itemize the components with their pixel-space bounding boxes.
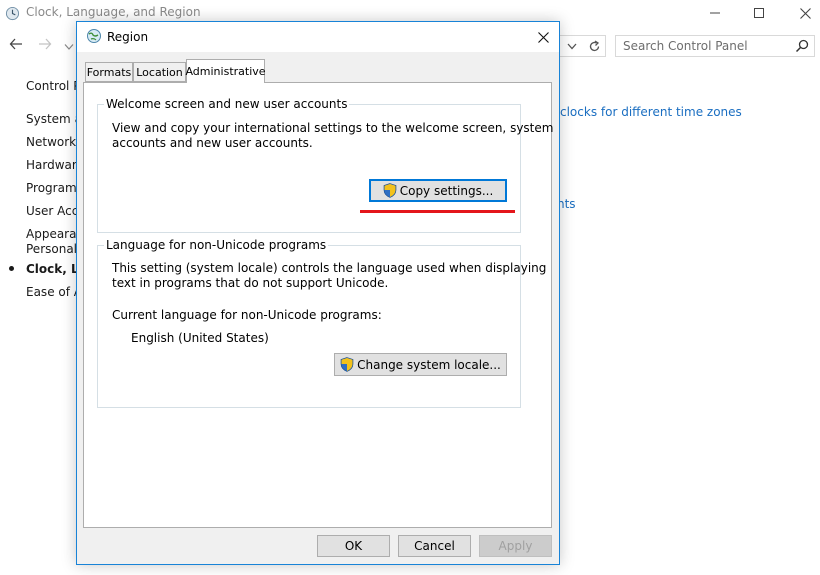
region-globe-icon — [87, 29, 101, 43]
apply-button[interactable]: Apply — [479, 535, 552, 557]
chevron-down-icon — [567, 43, 577, 49]
administrative-panel: Welcome screen and new user accounts Vie… — [83, 82, 554, 528]
search-box[interactable] — [615, 35, 815, 57]
time-zones-link[interactable]: clocks for different time zones — [560, 105, 742, 119]
maximize-button[interactable] — [737, 0, 781, 26]
welcome-group-text-2: accounts and new user accounts. — [112, 136, 313, 150]
up-arrow[interactable] — [64, 40, 74, 54]
window-close-button[interactable] — [783, 0, 820, 26]
search-icon[interactable] — [794, 38, 810, 54]
welcome-group-text-1: View and copy your international setting… — [112, 121, 554, 135]
current-language-label: Current language for non-Unicode program… — [112, 308, 382, 322]
address-dropdown-button[interactable] — [562, 36, 582, 56]
refresh-icon — [589, 39, 599, 51]
maximize-icon — [754, 8, 764, 18]
cancel-button[interactable]: Cancel — [398, 535, 471, 557]
back-arrow-icon — [9, 38, 22, 50]
forward-button[interactable] — [38, 36, 52, 55]
sidebar-item-programs[interactable]: Programs — [26, 181, 83, 195]
sidebar-item-system[interactable]: System a — [26, 112, 82, 126]
sidebar-item-control-panel-home[interactable]: Control P — [26, 79, 80, 93]
change-system-locale-label: Change system locale... — [357, 357, 501, 372]
window-title: Clock, Language, and Region — [26, 5, 201, 19]
ok-button[interactable]: OK — [317, 535, 390, 557]
copy-settings-button[interactable]: Copy settings... — [369, 179, 507, 202]
search-input[interactable] — [623, 39, 793, 53]
region-dialog: Region Formats Location Administrative W… — [76, 21, 560, 565]
back-button[interactable] — [9, 36, 23, 55]
non-unicode-group-label: Language for non-Unicode programs — [104, 238, 329, 252]
uac-shield-icon — [383, 183, 397, 198]
tab-formats[interactable]: Formats — [85, 62, 133, 82]
close-icon — [537, 31, 549, 43]
dialog-title: Region — [107, 30, 149, 44]
clock-globe-icon — [5, 6, 20, 21]
copy-settings-label: Copy settings... — [399, 183, 494, 198]
tab-administrative[interactable]: Administrative — [185, 59, 266, 83]
non-unicode-text-1: This setting (system locale) controls th… — [112, 261, 547, 275]
change-system-locale-button[interactable]: Change system locale... — [334, 353, 507, 376]
uac-shield-icon — [340, 357, 354, 372]
non-unicode-text-2: text in programs that do not support Uni… — [112, 276, 389, 290]
dialog-close-button[interactable] — [531, 26, 555, 48]
close-icon — [799, 7, 811, 19]
active-indicator — [9, 266, 14, 271]
red-annotation-underline — [360, 210, 515, 213]
chevron-down-icon — [64, 44, 74, 50]
dialog-titlebar[interactable]: Region — [77, 22, 559, 52]
current-language-value: English (United States) — [131, 331, 269, 345]
refresh-button[interactable] — [584, 36, 604, 56]
welcome-group-label: Welcome screen and new user accounts — [104, 97, 350, 111]
tab-location[interactable]: Location — [133, 62, 186, 82]
minimize-icon — [710, 12, 720, 14]
minimize-button[interactable] — [693, 0, 737, 26]
forward-arrow-icon — [39, 38, 52, 50]
